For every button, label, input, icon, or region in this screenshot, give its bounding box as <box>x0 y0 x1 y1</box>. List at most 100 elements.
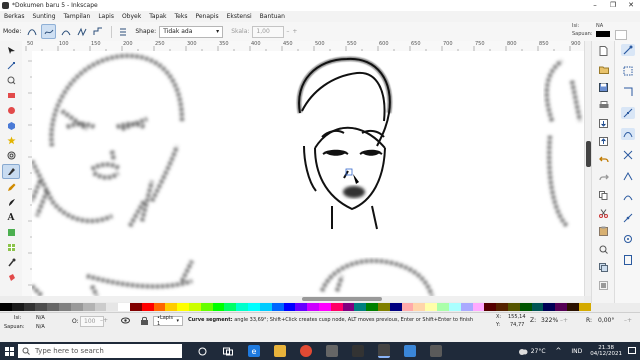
color-swatch[interactable] <box>59 303 71 311</box>
system-tray-chevron-icon[interactable]: ^ <box>556 347 562 355</box>
color-swatch[interactable] <box>259 303 272 311</box>
color-swatch[interactable] <box>389 303 402 311</box>
app-icon[interactable] <box>430 345 442 357</box>
color-swatch[interactable] <box>425 303 438 311</box>
save-button[interactable] <box>597 81 611 93</box>
horizontal-scrollbar-thumb[interactable] <box>302 297 382 301</box>
color-swatch[interactable] <box>153 303 166 311</box>
inkscape-taskbar-icon[interactable] <box>378 344 390 358</box>
color-swatch[interactable] <box>271 303 284 311</box>
pen-tool[interactable] <box>2 164 20 179</box>
color-swatch[interactable] <box>401 303 414 311</box>
color-swatch[interactable] <box>11 303 24 311</box>
color-swatch[interactable] <box>23 303 36 311</box>
minimize-button[interactable]: – <box>586 0 604 11</box>
snap-cusp-nodes-button[interactable] <box>621 170 635 182</box>
close-button[interactable]: ✕ <box>622 0 640 11</box>
path-effects-button[interactable] <box>116 25 129 38</box>
ellipse-tool[interactable] <box>3 104 19 117</box>
color-swatch[interactable] <box>507 303 520 311</box>
lock-icon[interactable] <box>140 316 149 325</box>
input-language-indicator[interactable]: IND <box>571 348 582 355</box>
star-tool[interactable] <box>3 134 19 147</box>
maximize-button[interactable]: ❐ <box>604 0 622 11</box>
color-swatch[interactable] <box>366 303 378 311</box>
spiro-mode-button[interactable] <box>41 24 57 39</box>
color-swatch[interactable] <box>94 303 107 311</box>
menu-berkas[interactable]: Berkas <box>0 11 28 22</box>
mesh-tool[interactable] <box>3 241 19 254</box>
color-swatch[interactable] <box>165 303 178 311</box>
start-button[interactable] <box>0 346 18 356</box>
3d-box-tool[interactable] <box>3 119 19 132</box>
photos-icon[interactable] <box>404 345 416 357</box>
color-swatch[interactable] <box>437 303 449 311</box>
drawing-canvas[interactable] <box>32 51 584 296</box>
color-swatch[interactable] <box>519 303 532 311</box>
obs-icon[interactable] <box>352 345 364 357</box>
bspline-mode-button[interactable] <box>59 25 72 38</box>
new-document-button[interactable] <box>597 45 611 57</box>
zigzag-mode-button[interactable] <box>75 25 88 38</box>
duplicate-button[interactable] <box>597 261 611 273</box>
pencil-tool[interactable] <box>3 181 19 194</box>
edge-browser-icon[interactable]: e <box>248 345 260 357</box>
calligraphy-tool[interactable] <box>3 196 19 209</box>
color-swatch[interactable] <box>531 303 544 311</box>
snap-page-button[interactable] <box>621 254 635 266</box>
color-swatch[interactable] <box>330 303 343 311</box>
text-tool[interactable]: A <box>3 211 19 224</box>
rectangle-tool[interactable] <box>3 89 19 102</box>
stroke-color-swatch[interactable] <box>596 31 610 37</box>
color-swatch[interactable] <box>307 303 319 311</box>
paint-bucket-tool[interactable] <box>3 271 19 284</box>
color-swatch[interactable] <box>70 303 83 311</box>
scale-increment-button[interactable]: + <box>292 28 297 35</box>
menu-penapis[interactable]: Penapis <box>191 11 222 22</box>
snap-bbox-button[interactable] <box>621 65 635 77</box>
snap-paths-button[interactable] <box>621 128 635 140</box>
color-swatch[interactable] <box>118 303 130 311</box>
snap-centers-button[interactable] <box>621 233 635 245</box>
horizontal-scrollbar[interactable] <box>32 296 584 302</box>
paraxial-mode-button[interactable] <box>91 25 104 38</box>
menu-ekstensi[interactable]: Ekstensi <box>223 11 256 22</box>
cortana-icon[interactable] <box>196 345 208 357</box>
color-swatch[interactable] <box>567 303 579 311</box>
menu-bantuan[interactable]: Bantuan <box>256 11 289 22</box>
rotation-stepper[interactable]: –+ <box>624 317 632 324</box>
export-button[interactable] <box>597 135 611 147</box>
redo-button[interactable] <box>597 171 611 183</box>
snap-smooth-nodes-button[interactable] <box>621 191 635 203</box>
menu-lapis[interactable]: Lapis <box>94 11 118 22</box>
copy-button[interactable] <box>597 189 611 201</box>
color-swatch[interactable] <box>236 303 249 311</box>
scale-decrement-button[interactable]: – <box>286 28 289 35</box>
color-swatch[interactable] <box>578 303 591 311</box>
color-swatch[interactable] <box>555 303 567 311</box>
color-swatch[interactable] <box>212 303 225 311</box>
snap-bbox-edges-button[interactable] <box>621 86 635 98</box>
undo-button[interactable] <box>597 153 611 165</box>
color-swatch[interactable] <box>413 303 426 311</box>
select-tool[interactable] <box>3 44 19 57</box>
zoom-stepper[interactable]: –+ <box>560 317 568 324</box>
color-swatch[interactable] <box>460 303 473 311</box>
print-button[interactable] <box>597 99 611 111</box>
color-swatch[interactable] <box>543 303 556 311</box>
color-swatch[interactable] <box>283 303 296 311</box>
menu-tampilan[interactable]: Tampilan <box>60 11 95 22</box>
stroke-width-field[interactable] <box>615 30 627 40</box>
temperature-text[interactable]: 27°C <box>531 348 546 355</box>
color-swatch[interactable] <box>200 303 213 311</box>
gradient-tool[interactable] <box>3 226 19 239</box>
paste-button[interactable] <box>597 225 611 237</box>
dropper-tool[interactable] <box>3 256 19 269</box>
color-swatch[interactable] <box>484 303 497 311</box>
snap-nodes-button[interactable] <box>621 107 635 119</box>
color-swatch[interactable] <box>35 303 48 311</box>
open-button[interactable] <box>597 63 611 75</box>
scale-input[interactable]: 1,00 <box>252 25 285 38</box>
color-swatch[interactable] <box>224 303 237 311</box>
color-swatch[interactable] <box>496 303 508 311</box>
